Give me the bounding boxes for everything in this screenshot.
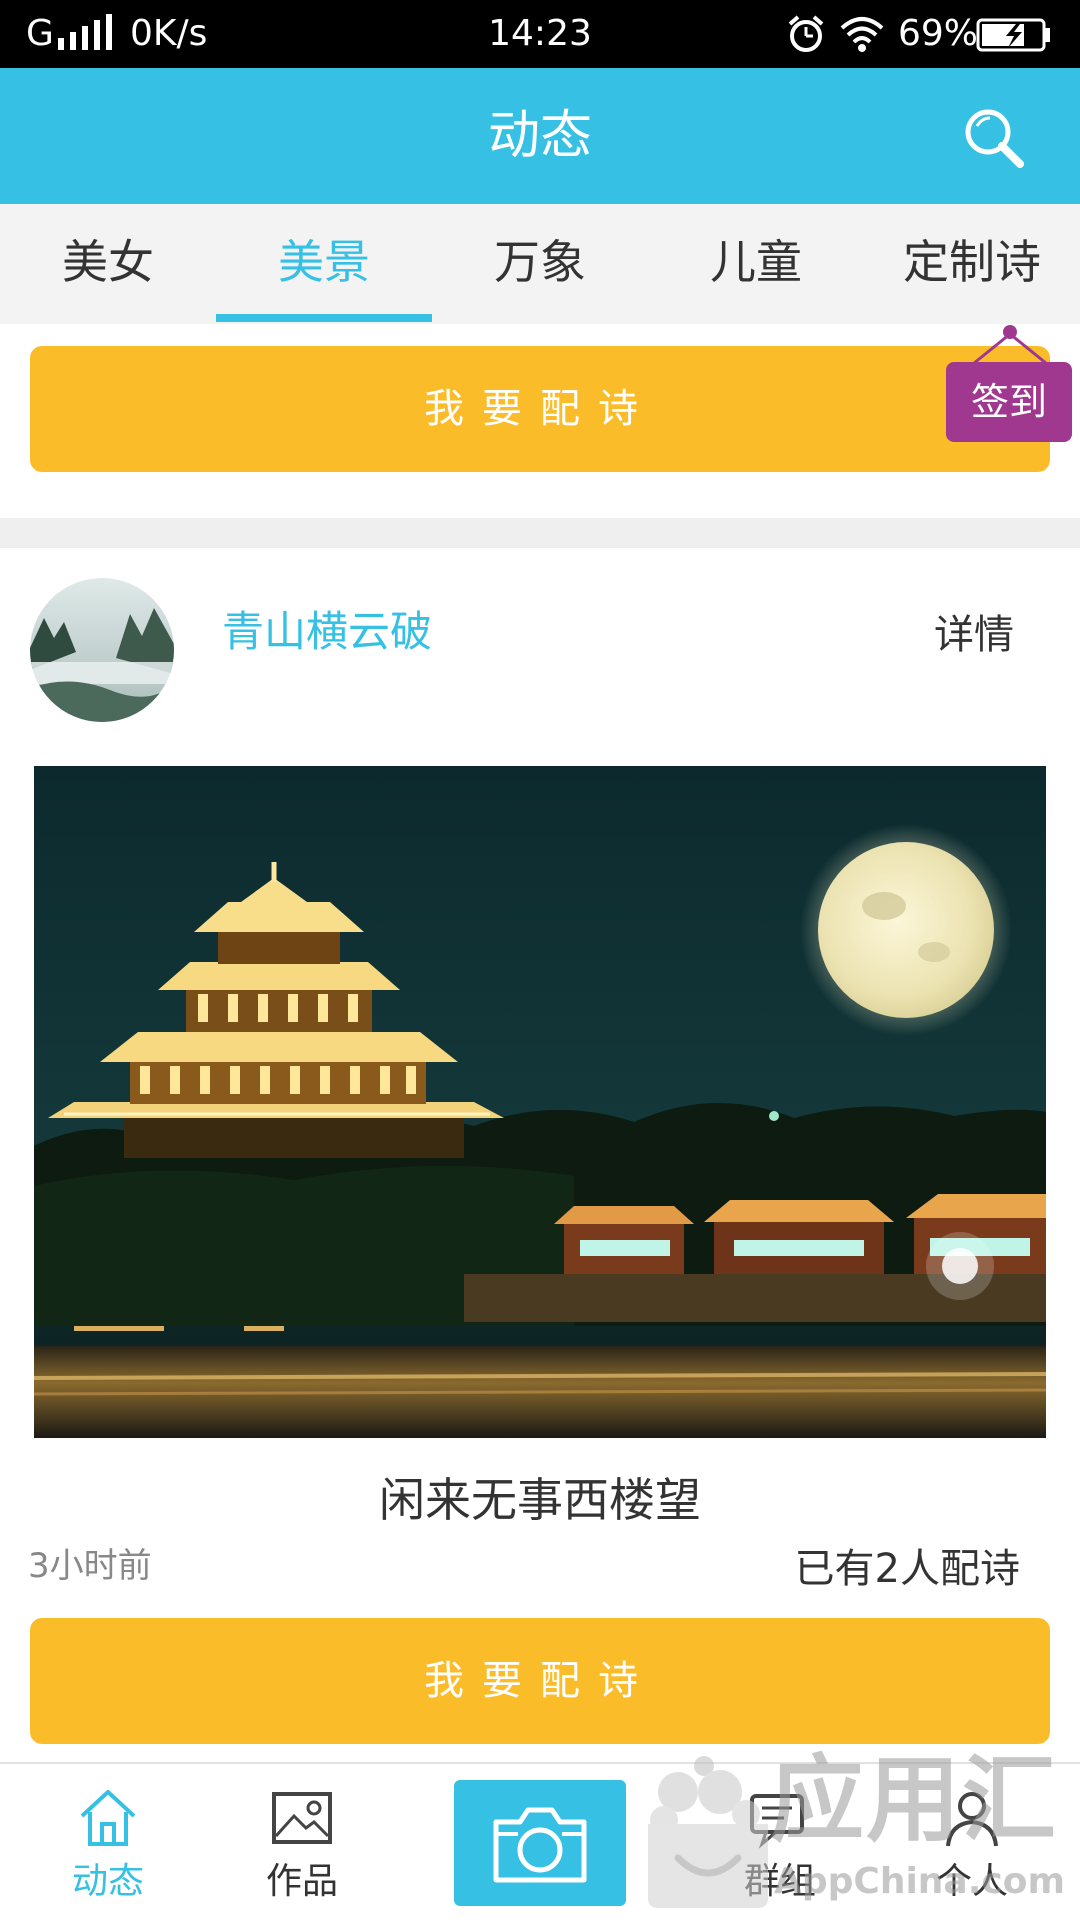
- image-icon: [272, 1792, 332, 1844]
- post-time: 3小时前: [28, 1546, 152, 1586]
- nav-item-works[interactable]: 作品: [202, 1764, 402, 1922]
- bottom-nav: 动态 作品 群组 个人: [0, 1762, 1080, 1922]
- nav-label-groups: 群组: [743, 1861, 816, 1902]
- tab-beauty[interactable]: 美女: [0, 204, 216, 324]
- post-image[interactable]: [34, 766, 1046, 1438]
- alarm-icon: [788, 15, 824, 52]
- post-username[interactable]: 青山横云破: [222, 606, 432, 658]
- compose-poem-button[interactable]: 我要配诗: [30, 1618, 1050, 1744]
- page-title: 动态: [487, 106, 592, 166]
- avatar[interactable]: [30, 578, 174, 722]
- camera-button[interactable]: [454, 1780, 626, 1906]
- status-bar: G 0K/s 14:23 69%: [0, 0, 1080, 68]
- post-card: 青山横云破 详情 闲来无事西楼望 3小时前 已有2人配诗 我要配诗: [0, 548, 1080, 1762]
- wifi-icon: [840, 17, 884, 52]
- tab-panorama[interactable]: 万象: [432, 204, 648, 324]
- nav-label-feed: 动态: [71, 1861, 144, 1902]
- nav-item-feed[interactable]: 动态: [8, 1764, 208, 1922]
- tab-scenery[interactable]: 美景: [216, 204, 432, 324]
- nav-label-profile: 个人: [935, 1861, 1008, 1902]
- nav-label-works: 作品: [265, 1861, 338, 1902]
- checkin-tag[interactable]: 签到: [944, 324, 1076, 444]
- home-icon: [80, 1790, 136, 1846]
- camera-icon: [493, 1807, 587, 1883]
- tab-custom-poem[interactable]: 定制诗: [864, 204, 1080, 324]
- tab-children[interactable]: 儿童: [648, 204, 864, 324]
- compose-poem-button-top[interactable]: 我要配诗: [30, 346, 1050, 472]
- checkin-label: 签到: [946, 362, 1072, 442]
- nav-item-groups[interactable]: 群组: [680, 1764, 880, 1922]
- tab-indicator: [216, 314, 432, 322]
- app-header: 动态: [0, 68, 1080, 204]
- poem-count: 已有2人配诗: [794, 1546, 1020, 1592]
- chat-icon: [750, 1794, 804, 1849]
- nav-item-profile[interactable]: 个人: [872, 1764, 1072, 1922]
- category-tabs: 美女 美景 万象 儿童 定制诗: [0, 204, 1080, 324]
- post-detail-link[interactable]: 详情: [934, 610, 1014, 660]
- battery-percent: 69%: [898, 13, 979, 54]
- person-icon: [946, 1792, 998, 1847]
- search-icon[interactable]: [960, 104, 1028, 172]
- battery-icon: [976, 18, 1050, 52]
- poem-title: 闲来无事西楼望: [379, 1473, 701, 1527]
- section-divider: [0, 518, 1080, 548]
